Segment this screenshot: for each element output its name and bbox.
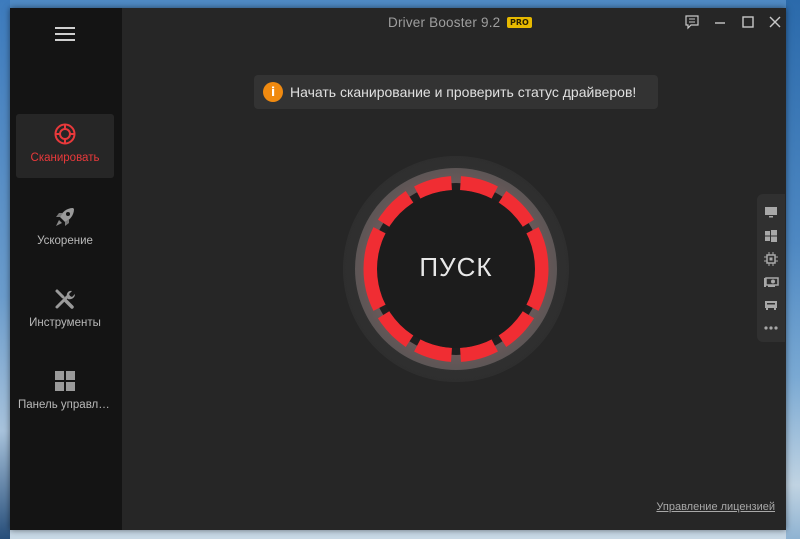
chip-icon[interactable] — [763, 251, 779, 267]
tools-wrench-icon — [55, 289, 75, 309]
sidebar-item-label: Панель управлен... — [18, 399, 114, 411]
close-icon[interactable] — [767, 14, 783, 30]
rocket-icon — [56, 208, 74, 226]
sidebar: Сканировать Ускорение Инструменты Панель… — [10, 8, 122, 530]
maximize-icon[interactable] — [740, 14, 756, 30]
title-bar: Driver Booster 9.2 PRO — [122, 8, 786, 38]
network-card-icon[interactable] — [763, 297, 779, 313]
windows-icon[interactable] — [763, 228, 779, 244]
sidebar-item-scan[interactable]: Сканировать — [16, 114, 114, 178]
info-icon: i — [263, 82, 283, 102]
sidebar-item-label: Инструменты — [29, 317, 101, 329]
license-management-link[interactable]: Управление лицензией — [656, 501, 775, 513]
scan-target-icon — [54, 123, 76, 145]
app-window: Сканировать Ускорение Инструменты Панель… — [10, 8, 786, 530]
notice-text: Начать сканирование и проверить статус д… — [290, 84, 637, 100]
monitor-icon[interactable] — [763, 204, 779, 220]
sidebar-item-label: Сканировать — [30, 152, 100, 164]
minimize-icon[interactable] — [712, 14, 728, 30]
grid-tiles-icon — [55, 371, 75, 391]
pro-badge: PRO — [507, 17, 532, 28]
sidebar-item-label: Ускорение — [37, 235, 93, 247]
desktop-background-left — [0, 0, 10, 539]
scan-button-label: ПУСК — [419, 252, 493, 282]
scan-button-container: ПУСК — [343, 156, 569, 382]
gpu-card-icon[interactable] — [763, 274, 779, 290]
sidebar-item-control-panel[interactable]: Панель управлен... — [16, 361, 114, 425]
scan-notice-banner: i Начать сканирование и проверить статус… — [254, 75, 658, 109]
hardware-dock — [757, 194, 785, 342]
feedback-icon[interactable] — [684, 14, 700, 30]
sidebar-item-boost[interactable]: Ускорение — [16, 197, 114, 261]
desktop-background-right — [786, 0, 800, 539]
hamburger-menu-icon[interactable] — [55, 27, 75, 41]
app-title: Driver Booster 9.2 — [388, 15, 501, 30]
sidebar-item-tools[interactable]: Инструменты — [16, 279, 114, 343]
more-dots-icon[interactable] — [763, 320, 779, 336]
